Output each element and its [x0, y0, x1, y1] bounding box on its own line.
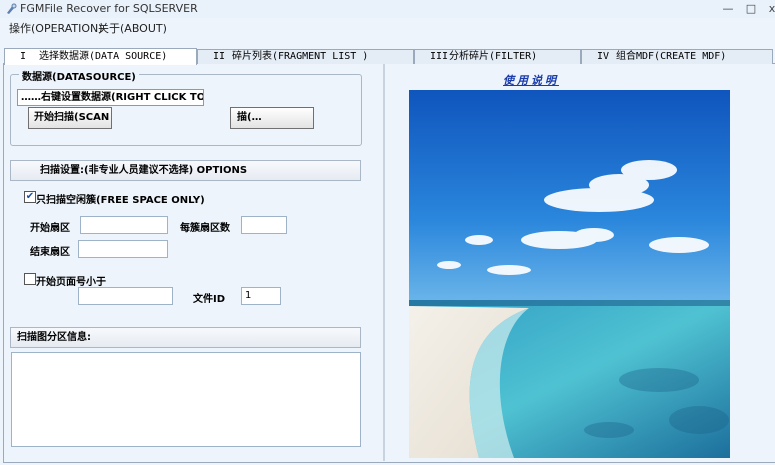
free-space-label: 只扫描空闲簇(FREE SPACE ONLY)	[36, 195, 205, 206]
tab-data-source[interactable]: I 选择数据源(DATA SOURCE)	[4, 48, 197, 65]
secondary-scan-button-label: 描(…	[237, 112, 262, 123]
page-number-checkbox[interactable]	[24, 273, 36, 285]
beach-image	[409, 90, 730, 458]
menu-bar: 操作(OPERATION) 关于(ABOUT)	[0, 18, 775, 36]
title-bar: FGMFile Recover for SQLSERVER — □ x	[0, 0, 775, 18]
scan-button[interactable]: 开始扫描(SCAN	[28, 107, 112, 129]
page-number-label: 开始页面号小于	[36, 277, 106, 288]
sectors-per-cluster-input[interactable]	[241, 216, 287, 234]
tab-label: 组合MDF(CREATE MDF)	[616, 51, 727, 62]
datasource-legend: 数据源(DATASOURCE)	[19, 68, 139, 83]
secondary-scan-button[interactable]: 描(…	[230, 107, 314, 129]
tab-filter[interactable]: III 分析碎片(FILTER)	[414, 49, 581, 64]
datasource-field-text: ……右键设置数据源(RIGHT CLICK TO D	[21, 92, 204, 103]
tab-number: II	[213, 51, 226, 62]
file-id-input[interactable]: 1	[241, 287, 281, 305]
tab-label: 碎片列表(FRAGMENT LIST )	[232, 51, 369, 62]
partition-header: 扫描图分区信息:	[10, 327, 361, 348]
end-sector-label: 结束扇区	[30, 247, 70, 258]
tab-label: 分析碎片(FILTER)	[449, 51, 538, 62]
tab-fragment-list[interactable]: II 碎片列表(FRAGMENT LIST )	[197, 49, 414, 64]
free-space-checkbox[interactable]: ✔	[24, 191, 36, 203]
app-icon	[7, 3, 17, 14]
maximize-button[interactable]: □	[743, 2, 759, 16]
options-header-text: 扫描设置:(非专业人员建议不选择) OPTIONS	[40, 165, 248, 176]
menu-operation[interactable]: 操作(OPERATION)	[9, 20, 103, 36]
tab-number: III	[430, 51, 449, 62]
start-sector-input[interactable]	[80, 216, 168, 234]
end-sector-input[interactable]	[78, 240, 168, 258]
options-header: 扫描设置:(非专业人员建议不选择) OPTIONS	[10, 160, 361, 181]
page-number-value	[79, 290, 82, 301]
start-sector-value	[81, 219, 84, 230]
sectors-per-cluster-value	[242, 219, 245, 230]
help-link[interactable]: 使用说明	[503, 72, 559, 88]
panel-divider	[383, 64, 385, 461]
tab-label: 选择数据源(DATA SOURCE)	[39, 51, 168, 62]
sectors-per-cluster-label: 每簇扇区数	[180, 223, 230, 234]
datasource-field[interactable]: ……右键设置数据源(RIGHT CLICK TO D	[17, 89, 204, 106]
close-button[interactable]: x	[764, 2, 775, 16]
minimize-button[interactable]: —	[720, 2, 736, 16]
file-id-value: 1	[245, 290, 252, 301]
end-sector-value	[79, 243, 82, 254]
start-sector-label: 开始扇区	[30, 223, 70, 234]
tab-number: IV	[597, 51, 610, 62]
window-title: FGMFile Recover for SQLSERVER	[20, 2, 198, 15]
tab-create-mdf[interactable]: IV 组合MDF(CREATE MDF)	[581, 49, 773, 64]
menu-about[interactable]: 关于(ABOUT)	[98, 20, 167, 36]
partition-info-box[interactable]	[11, 352, 361, 447]
scan-button-label: 开始扫描(SCAN	[34, 112, 110, 123]
partition-header-text: 扫描图分区信息:	[17, 332, 91, 343]
tab-number: I	[20, 51, 27, 62]
file-id-label: 文件ID	[193, 294, 226, 305]
page-number-input[interactable]	[78, 287, 173, 305]
